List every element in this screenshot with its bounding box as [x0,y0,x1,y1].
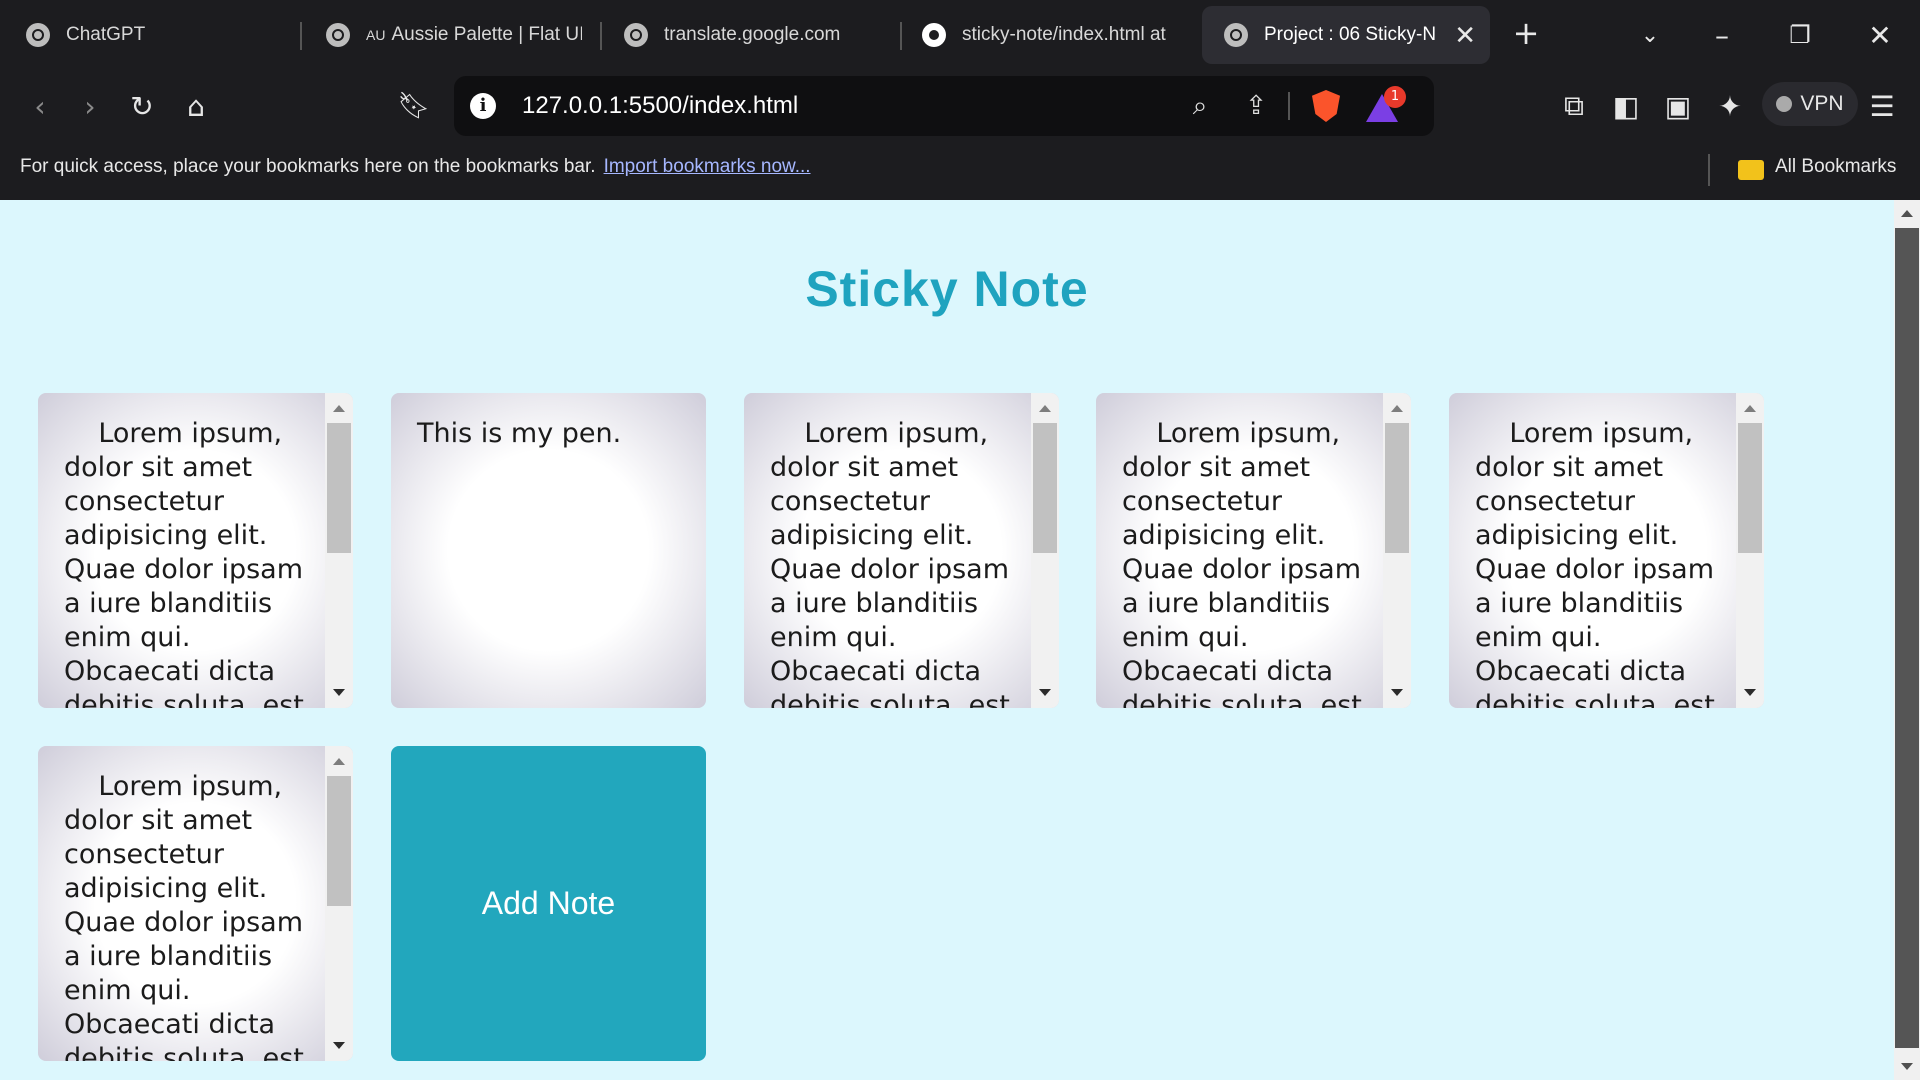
extensions-icon[interactable]: ⧉ [1554,86,1594,126]
scroll-down-icon[interactable] [1744,689,1756,696]
page-scrollbar[interactable] [1894,200,1920,1080]
note-scrollbar[interactable] [1383,393,1411,708]
note-text[interactable]: Lorem ipsum, dolor sit amet consectetur … [1475,417,1735,708]
scroll-thumb[interactable] [327,776,351,906]
tab-google-translate[interactable]: translate.google.com [624,6,894,64]
page-title: Sticky Note [805,261,1089,317]
tab-divider [900,22,902,50]
new-tab-button[interactable]: + [1498,8,1554,58]
scroll-up-icon[interactable] [333,758,345,765]
vpn-button[interactable]: VPN [1762,82,1858,126]
scroll-down-icon[interactable] [1901,1063,1913,1070]
tab-chatgpt[interactable]: ChatGPT [26,6,286,64]
tab-divider [600,22,602,50]
tab-divider [300,22,302,50]
page-content: Sticky Note Lorem ipsum, dolor sit amet … [0,200,1894,1080]
note-scrollbar[interactable] [325,746,353,1061]
menu-icon[interactable]: ☰ [1862,86,1902,126]
github-icon [922,23,946,47]
globe-icon [326,23,350,47]
tab-github[interactable]: sticky-note/index.html at [922,6,1178,64]
scroll-up-icon[interactable] [333,405,345,412]
home-icon[interactable]: ⌂ [176,86,216,126]
note-text[interactable]: Lorem ipsum, dolor sit amet consectetur … [770,417,1030,708]
bookmark-icon[interactable]: 🔖︎ [394,86,434,126]
brave-shields-icon[interactable] [1312,90,1340,122]
omnibox-divider [1288,92,1290,120]
bookmarks-bar: For quick access, place your bookmarks h… [0,142,1920,200]
sticky-note[interactable]: Lorem ipsum, dolor sit amet consectetur … [38,393,353,708]
note-text[interactable]: Lorem ipsum, dolor sit amet consectetur … [1122,417,1382,708]
address-bar[interactable]: i 127.0.0.1:5500/index.html ⌕ ⇪ 1 [454,76,1434,136]
leo-ai-icon[interactable]: ✦ [1710,86,1750,126]
close-tab-icon[interactable]: ✕ [1454,20,1476,50]
bookmarks-message: For quick access, place your bookmarks h… [20,156,811,178]
bookmarks-divider [1708,154,1710,186]
bookmarks-hint-text: For quick access, place your bookmarks h… [20,156,596,177]
tab-strip: ChatGPT AU Aussie Palette | Flat UI tran… [0,0,1920,70]
globe-icon [624,23,648,47]
reload-icon[interactable]: ↻ [122,86,162,126]
url-text[interactable]: 127.0.0.1:5500/index.html [522,92,798,120]
vpn-status-icon [1776,96,1793,112]
share-icon[interactable]: ⇪ [1238,88,1274,124]
sticky-note[interactable]: Lorem ipsum, dolor sit amet consectetur … [38,746,353,1061]
scroll-up-icon[interactable] [1391,405,1403,412]
scroll-up-icon[interactable] [1039,405,1051,412]
scroll-down-icon[interactable] [333,689,345,696]
add-note-button[interactable]: Add Note [391,746,706,1061]
scroll-up-icon[interactable] [1744,405,1756,412]
sticky-note[interactable]: This is my pen. [391,393,706,708]
note-scrollbar[interactable] [1031,393,1059,708]
scroll-down-icon[interactable] [333,1042,345,1049]
scroll-up-icon[interactable] [1901,210,1913,217]
note-scrollbar[interactable] [325,393,353,708]
sidebar-icon[interactable]: ◧ [1606,86,1646,126]
note-text[interactable]: Lorem ipsum, dolor sit amet consectetur … [64,417,324,708]
globe-icon [26,23,50,47]
folder-icon [1738,160,1764,180]
site-info-icon[interactable]: i [470,93,496,119]
scroll-thumb[interactable] [327,423,351,553]
tab-aussie-palette[interactable]: AU Aussie Palette | Flat UI [326,6,582,64]
note-text[interactable]: Lorem ipsum, dolor sit amet consectetur … [64,770,324,1061]
all-bookmarks-button[interactable]: All Bookmarks [1775,156,1896,178]
scroll-down-icon[interactable] [1039,689,1051,696]
zoom-icon[interactable]: ⌕ [1182,88,1218,124]
forward-icon[interactable]: › [70,86,110,126]
scroll-down-icon[interactable] [1391,689,1403,696]
tab-title: sticky-note/index.html at [962,24,1166,45]
wallet-icon[interactable]: ▣ [1658,86,1698,126]
scroll-thumb[interactable] [1738,423,1762,553]
sticky-note[interactable]: Lorem ipsum, dolor sit amet consectetur … [1096,393,1411,708]
tab-title: Project : 06 Sticky-N [1264,24,1437,45]
vpn-label: VPN [1800,92,1844,115]
tab-title: Aussie Palette | Flat UI [391,24,582,45]
sticky-note[interactable]: Lorem ipsum, dolor sit amet consectetur … [744,393,1059,708]
tab-title: translate.google.com [664,24,841,45]
tab-search-chevron-icon[interactable]: ⌄ [1622,10,1678,60]
scroll-thumb[interactable] [1033,423,1057,553]
rewards-badge: 1 [1384,86,1406,108]
import-bookmarks-link[interactable]: Import bookmarks now... [604,156,811,177]
close-window-icon[interactable]: ✕ [1852,10,1908,60]
restore-icon[interactable]: ❐ [1772,10,1828,60]
note-scrollbar[interactable] [1736,393,1764,708]
globe-icon [1224,23,1248,47]
note-text[interactable]: This is my pen. [417,417,677,451]
tab-sticky-note-active[interactable]: Project : 06 Sticky-N ✕ [1202,6,1490,64]
back-icon[interactable]: ‹ [20,86,60,126]
tab-title: ChatGPT [66,24,146,45]
sticky-note[interactable]: Lorem ipsum, dolor sit amet consectetur … [1449,393,1764,708]
tab-prefix: AU [366,27,386,43]
browser-toolbar: ‹ › ↻ ⌂ 🔖︎ i 127.0.0.1:5500/index.html ⌕… [0,70,1920,142]
minimize-icon[interactable]: – [1694,10,1750,60]
scroll-thumb[interactable] [1895,228,1919,1048]
scroll-thumb[interactable] [1385,423,1409,553]
